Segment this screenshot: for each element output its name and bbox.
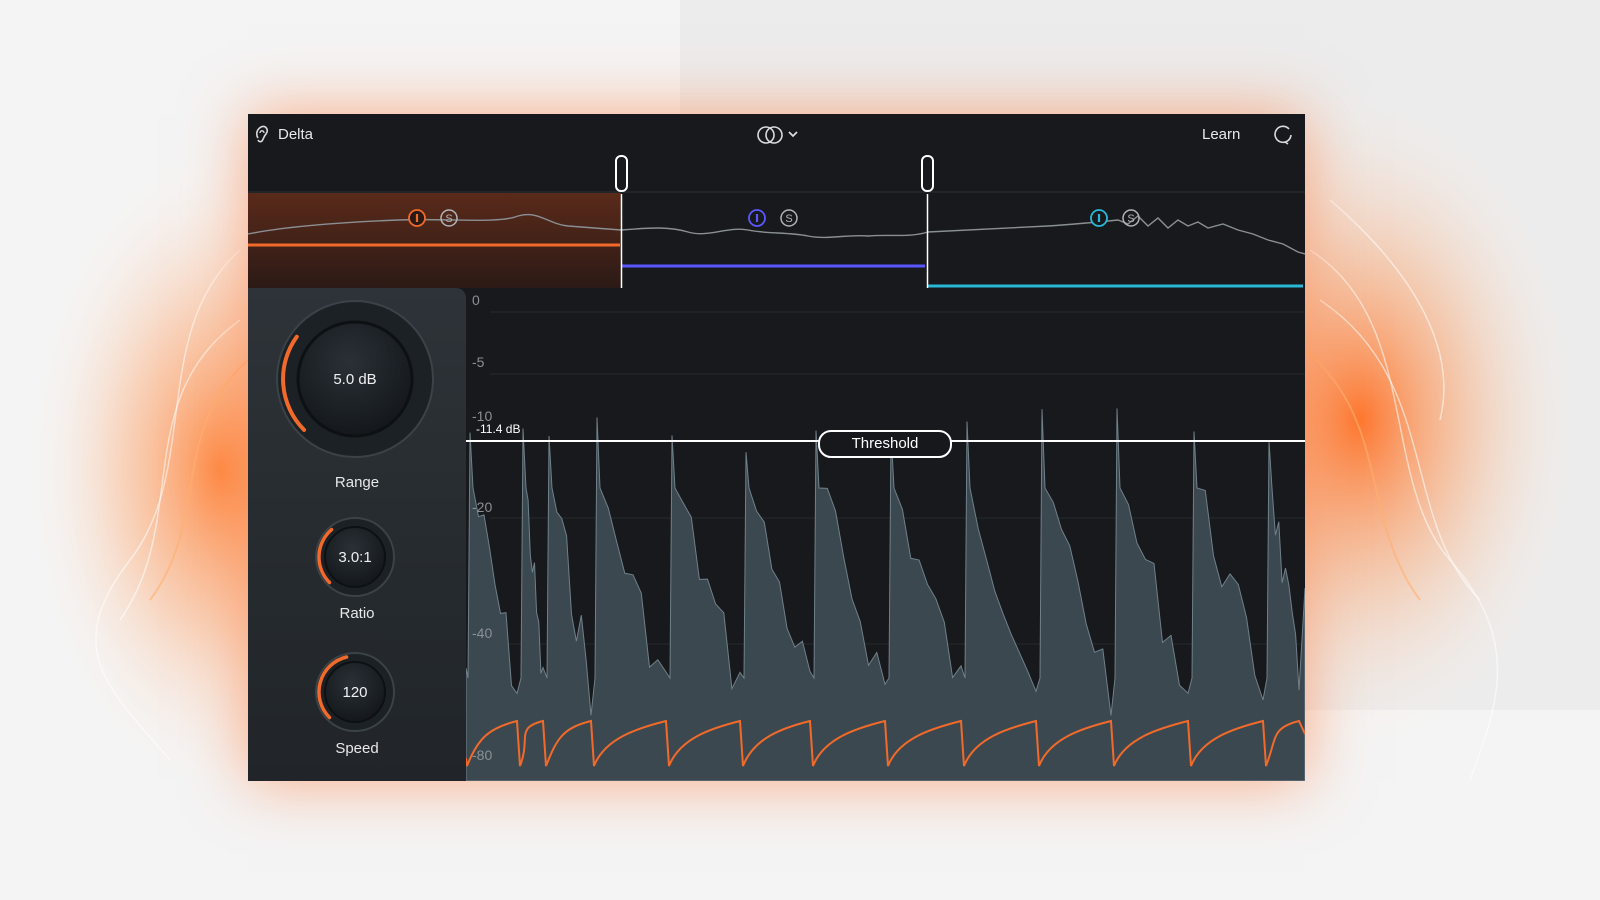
speed-knob[interactable]: 120	[314, 651, 396, 733]
refresh-icon[interactable]	[1272, 123, 1294, 145]
band-mid-region[interactable]	[622, 193, 926, 288]
band-high-mute-icon[interactable]	[1090, 209, 1108, 227]
axis-label-minus80: -80	[472, 747, 493, 763]
band-low-mute-icon[interactable]	[408, 209, 426, 227]
threshold-handle[interactable]: Threshold	[818, 430, 952, 458]
axis-label-minus20: -20	[472, 499, 493, 515]
speed-value: 120	[342, 683, 368, 701]
svg-text:S: S	[785, 213, 792, 225]
svg-text:S: S	[445, 213, 452, 225]
delta-plugin-window: Delta Learn S S S 5.0 dB Range 3.0:1 Rat…	[248, 114, 1305, 781]
range-label: Range	[334, 474, 380, 491]
range-value: 5.0 dB	[333, 370, 377, 388]
svg-text:S: S	[1127, 213, 1134, 225]
chevron-down-icon	[788, 131, 798, 138]
threshold-value: -11.4 dB	[476, 422, 521, 436]
crossover-handle-1[interactable]	[615, 155, 628, 192]
speed-label: Speed	[335, 740, 379, 757]
band-mid-mute-icon[interactable]	[748, 209, 766, 227]
axis-label-minus5: -5	[472, 354, 485, 370]
band-high-region[interactable]	[928, 193, 1305, 288]
controls-panel: 5.0 dB Range 3.0:1 Ratio 120 Speed	[248, 288, 466, 781]
axis-label-0: 0	[472, 292, 480, 308]
gain-reduction-meter: 0 -5 -10 -20 -40 -80 -11.4 dB Threshold	[466, 288, 1305, 781]
band-strip: S S S	[248, 155, 1305, 288]
ratio-value: 3.0:1	[338, 548, 372, 566]
axis-label-minus40: -40	[472, 625, 493, 641]
speed-control: 120 Speed	[248, 643, 466, 773]
range-knob[interactable]: 5.0 dB	[274, 298, 436, 460]
crossover-handle-2[interactable]	[921, 155, 934, 192]
ratio-label: Ratio	[339, 605, 375, 622]
ratio-knob[interactable]: 3.0:1	[314, 516, 396, 598]
learn-button[interactable]: Learn	[1198, 125, 1244, 144]
ear-icon	[255, 125, 268, 143]
ratio-control: 3.0:1 Ratio	[248, 508, 466, 638]
plugin-title: Delta	[278, 126, 314, 143]
top-bar: Delta Learn	[248, 114, 1305, 154]
range-control: 5.0 dB Range	[248, 288, 466, 498]
stereo-link-icon[interactable]	[754, 124, 802, 146]
band-low-region[interactable]	[248, 193, 621, 288]
